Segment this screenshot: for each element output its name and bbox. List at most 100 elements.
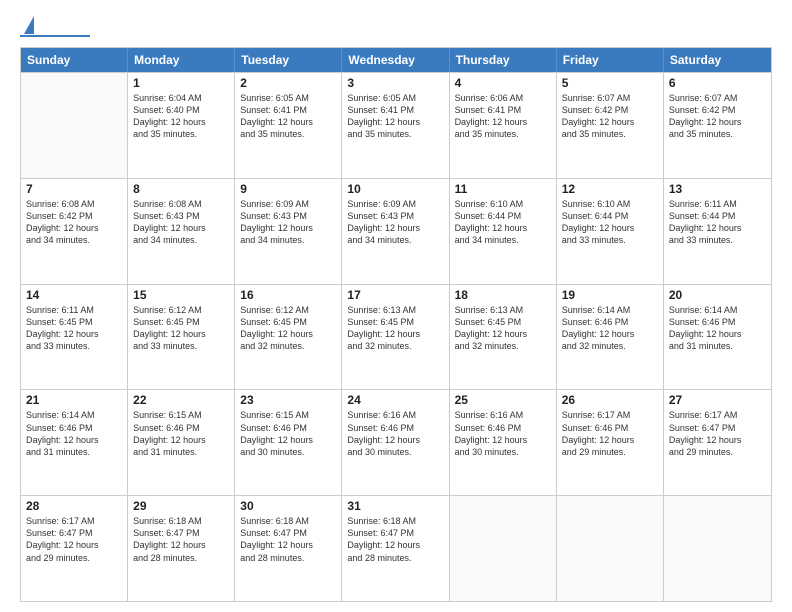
calendar-cell: 25 Sunrise: 6:16 AMSunset: 6:46 PMDayligh… <box>450 390 557 495</box>
calendar-cell <box>557 496 664 601</box>
cell-info: Sunrise: 6:18 AMSunset: 6:47 PMDaylight:… <box>347 515 443 564</box>
cell-info: Sunrise: 6:13 AMSunset: 6:45 PMDaylight:… <box>455 304 551 353</box>
cell-info: Sunrise: 6:15 AMSunset: 6:46 PMDaylight:… <box>133 409 229 458</box>
calendar-cell: 20 Sunrise: 6:14 AMSunset: 6:46 PMDayligh… <box>664 285 771 390</box>
calendar-cell: 18 Sunrise: 6:13 AMSunset: 6:45 PMDayligh… <box>450 285 557 390</box>
calendar-cell: 19 Sunrise: 6:14 AMSunset: 6:46 PMDayligh… <box>557 285 664 390</box>
calendar-cell: 22 Sunrise: 6:15 AMSunset: 6:46 PMDayligh… <box>128 390 235 495</box>
calendar-cell <box>664 496 771 601</box>
logo-arrow-icon <box>24 16 34 34</box>
cell-day-number: 16 <box>240 288 336 302</box>
calendar-header-cell: Tuesday <box>235 48 342 72</box>
calendar-row: 14Sunrise: 6:11 AMSunset: 6:45 PMDayligh… <box>21 284 771 390</box>
calendar-cell: 9 Sunrise: 6:09 AMSunset: 6:43 PMDaylight… <box>235 179 342 284</box>
cell-day-number: 13 <box>669 182 766 196</box>
cell-day-number: 26 <box>562 393 658 407</box>
cell-day-number: 29 <box>133 499 229 513</box>
calendar-cell: 29 Sunrise: 6:18 AMSunset: 6:47 PMDayligh… <box>128 496 235 601</box>
calendar-cell: 10Sunrise: 6:09 AMSunset: 6:43 PMDayligh… <box>342 179 449 284</box>
calendar-cell <box>21 73 128 178</box>
cell-info: Sunrise: 6:07 AMSunset: 6:42 PMDaylight:… <box>669 92 766 141</box>
cell-day-number: 31 <box>347 499 443 513</box>
calendar-cell: 13Sunrise: 6:11 AMSunset: 6:44 PMDayligh… <box>664 179 771 284</box>
calendar-cell: 7 Sunrise: 6:08 AMSunset: 6:42 PMDaylight… <box>21 179 128 284</box>
calendar-cell: 17 Sunrise: 6:13 AMSunset: 6:45 PMDayligh… <box>342 285 449 390</box>
calendar-header-row: SundayMondayTuesdayWednesdayThursdayFrid… <box>21 48 771 72</box>
calendar-cell: 3 Sunrise: 6:05 AMSunset: 6:41 PMDaylight… <box>342 73 449 178</box>
page: SundayMondayTuesdayWednesdayThursdayFrid… <box>0 0 792 612</box>
calendar-cell: 15 Sunrise: 6:12 AMSunset: 6:45 PMDayligh… <box>128 285 235 390</box>
cell-info: Sunrise: 6:07 AMSunset: 6:42 PMDaylight:… <box>562 92 658 141</box>
cell-day-number: 9 <box>240 182 336 196</box>
calendar-row: 21 Sunrise: 6:14 AMSunset: 6:46 PMDayligh… <box>21 389 771 495</box>
cell-info: Sunrise: 6:14 AMSunset: 6:46 PMDaylight:… <box>562 304 658 353</box>
cell-day-number: 25 <box>455 393 551 407</box>
cell-day-number: 11 <box>455 182 551 196</box>
cell-day-number: 4 <box>455 76 551 90</box>
cell-day-number: 7 <box>26 182 122 196</box>
calendar-row: 7 Sunrise: 6:08 AMSunset: 6:42 PMDaylight… <box>21 178 771 284</box>
cell-info: Sunrise: 6:05 AMSunset: 6:41 PMDaylight:… <box>347 92 443 141</box>
calendar-header-cell: Thursday <box>450 48 557 72</box>
cell-day-number: 19 <box>562 288 658 302</box>
cell-info: Sunrise: 6:10 AMSunset: 6:44 PMDaylight:… <box>455 198 551 247</box>
calendar-cell: 6 Sunrise: 6:07 AMSunset: 6:42 PMDaylight… <box>664 73 771 178</box>
cell-info: Sunrise: 6:11 AMSunset: 6:45 PMDaylight:… <box>26 304 122 353</box>
cell-info: Sunrise: 6:14 AMSunset: 6:46 PMDaylight:… <box>26 409 122 458</box>
calendar-row: 28 Sunrise: 6:17 AMSunset: 6:47 PMDayligh… <box>21 495 771 601</box>
cell-info: Sunrise: 6:12 AMSunset: 6:45 PMDaylight:… <box>133 304 229 353</box>
cell-day-number: 23 <box>240 393 336 407</box>
cell-day-number: 18 <box>455 288 551 302</box>
calendar-cell: 30 Sunrise: 6:18 AMSunset: 6:47 PMDayligh… <box>235 496 342 601</box>
cell-info: Sunrise: 6:09 AMSunset: 6:43 PMDaylight:… <box>240 198 336 247</box>
cell-day-number: 17 <box>347 288 443 302</box>
cell-day-number: 20 <box>669 288 766 302</box>
cell-info: Sunrise: 6:14 AMSunset: 6:46 PMDaylight:… <box>669 304 766 353</box>
calendar-cell: 28 Sunrise: 6:17 AMSunset: 6:47 PMDayligh… <box>21 496 128 601</box>
cell-info: Sunrise: 6:18 AMSunset: 6:47 PMDaylight:… <box>240 515 336 564</box>
cell-day-number: 15 <box>133 288 229 302</box>
cell-info: Sunrise: 6:18 AMSunset: 6:47 PMDaylight:… <box>133 515 229 564</box>
calendar-cell <box>450 496 557 601</box>
cell-day-number: 27 <box>669 393 766 407</box>
cell-day-number: 28 <box>26 499 122 513</box>
calendar-cell: 12Sunrise: 6:10 AMSunset: 6:44 PMDayligh… <box>557 179 664 284</box>
cell-info: Sunrise: 6:04 AMSunset: 6:40 PMDaylight:… <box>133 92 229 141</box>
logo <box>20 18 90 37</box>
cell-day-number: 3 <box>347 76 443 90</box>
calendar-cell: 1 Sunrise: 6:04 AMSunset: 6:40 PMDaylight… <box>128 73 235 178</box>
calendar-body: 1 Sunrise: 6:04 AMSunset: 6:40 PMDaylight… <box>21 72 771 601</box>
calendar-row: 1 Sunrise: 6:04 AMSunset: 6:40 PMDaylight… <box>21 72 771 178</box>
cell-day-number: 1 <box>133 76 229 90</box>
calendar-cell: 24Sunrise: 6:16 AMSunset: 6:46 PMDayligh… <box>342 390 449 495</box>
cell-info: Sunrise: 6:15 AMSunset: 6:46 PMDaylight:… <box>240 409 336 458</box>
calendar-header-cell: Saturday <box>664 48 771 72</box>
cell-info: Sunrise: 6:17 AMSunset: 6:47 PMDaylight:… <box>669 409 766 458</box>
calendar-header-cell: Monday <box>128 48 235 72</box>
calendar-header-cell: Wednesday <box>342 48 449 72</box>
calendar-header-cell: Friday <box>557 48 664 72</box>
cell-info: Sunrise: 6:08 AMSunset: 6:42 PMDaylight:… <box>26 198 122 247</box>
cell-info: Sunrise: 6:17 AMSunset: 6:47 PMDaylight:… <box>26 515 122 564</box>
calendar-cell: 14Sunrise: 6:11 AMSunset: 6:45 PMDayligh… <box>21 285 128 390</box>
cell-info: Sunrise: 6:06 AMSunset: 6:41 PMDaylight:… <box>455 92 551 141</box>
cell-day-number: 2 <box>240 76 336 90</box>
cell-day-number: 6 <box>669 76 766 90</box>
calendar-cell: 26 Sunrise: 6:17 AMSunset: 6:46 PMDayligh… <box>557 390 664 495</box>
cell-info: Sunrise: 6:16 AMSunset: 6:46 PMDaylight:… <box>347 409 443 458</box>
cell-info: Sunrise: 6:16 AMSunset: 6:46 PMDaylight:… <box>455 409 551 458</box>
calendar-cell: 16Sunrise: 6:12 AMSunset: 6:45 PMDayligh… <box>235 285 342 390</box>
cell-day-number: 22 <box>133 393 229 407</box>
calendar-cell: 31 Sunrise: 6:18 AMSunset: 6:47 PMDayligh… <box>342 496 449 601</box>
cell-info: Sunrise: 6:13 AMSunset: 6:45 PMDaylight:… <box>347 304 443 353</box>
calendar-cell: 5Sunrise: 6:07 AMSunset: 6:42 PMDaylight… <box>557 73 664 178</box>
cell-info: Sunrise: 6:10 AMSunset: 6:44 PMDaylight:… <box>562 198 658 247</box>
cell-day-number: 10 <box>347 182 443 196</box>
calendar-header-cell: Sunday <box>21 48 128 72</box>
cell-info: Sunrise: 6:17 AMSunset: 6:46 PMDaylight:… <box>562 409 658 458</box>
calendar: SundayMondayTuesdayWednesdayThursdayFrid… <box>20 47 772 602</box>
cell-day-number: 21 <box>26 393 122 407</box>
calendar-cell: 4 Sunrise: 6:06 AMSunset: 6:41 PMDaylight… <box>450 73 557 178</box>
calendar-cell: 11 Sunrise: 6:10 AMSunset: 6:44 PMDayligh… <box>450 179 557 284</box>
cell-day-number: 30 <box>240 499 336 513</box>
